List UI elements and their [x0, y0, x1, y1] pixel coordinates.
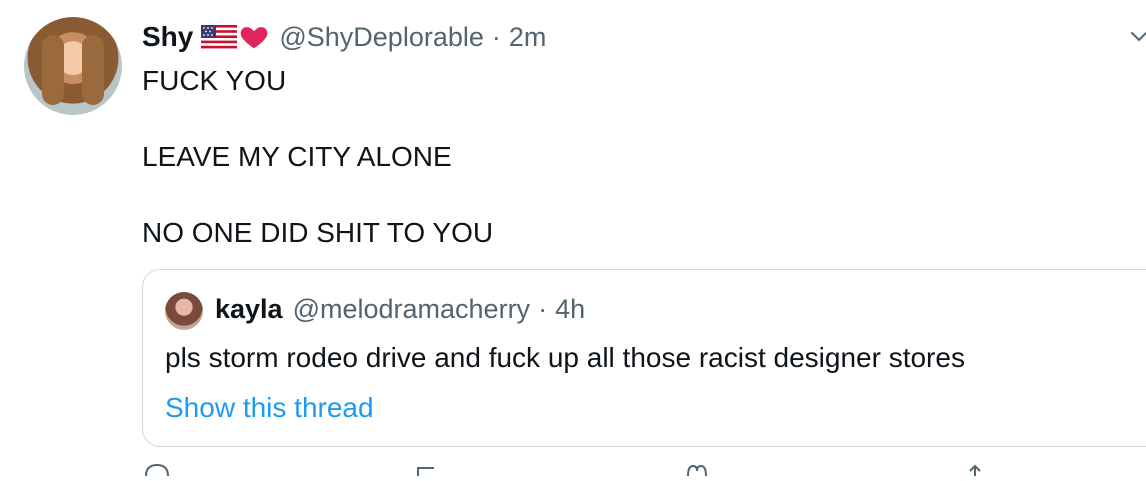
quoted-header-separator: · — [538, 294, 548, 324]
reply-icon[interactable] — [142, 462, 172, 477]
avatar-hair-left — [42, 35, 64, 105]
quoted-tweet[interactable]: kayla @melodramacherry · 4h pls storm ro… — [142, 269, 1146, 447]
tweet-timestamp[interactable]: 2m — [509, 22, 547, 53]
tweet-header: Shy @ShyDeplorable · 2m — [142, 19, 546, 55]
author-name[interactable]: Shy — [142, 21, 193, 53]
quoted-author-handle[interactable]: @melodramacherry — [293, 294, 530, 325]
author-avatar[interactable] — [24, 17, 122, 115]
tweet-text: FUCK YOU LEAVE MY CITY ALONE NO ONE DID … — [142, 65, 494, 248]
retweet-icon[interactable] — [412, 462, 442, 476]
us-flag-icon — [201, 25, 238, 49]
quoted-timestamp[interactable]: 4h — [555, 294, 585, 325]
red-heart-icon — [239, 22, 269, 52]
quoted-author-avatar[interactable] — [165, 292, 203, 330]
like-icon[interactable] — [682, 462, 712, 477]
show-thread-link[interactable]: Show this thread — [165, 392, 374, 424]
header-separator: · — [491, 21, 501, 52]
quoted-author-name[interactable]: kayla — [215, 294, 283, 325]
quoted-tweet-text: pls storm rodeo drive and fuck up all th… — [165, 342, 965, 373]
tweet-actions — [142, 462, 1142, 477]
chevron-down-icon[interactable] — [1128, 26, 1146, 48]
author-handle[interactable]: @ShyDeplorable — [279, 22, 484, 53]
share-icon[interactable] — [960, 462, 990, 476]
quoted-header: kayla @melodramacherry · 4h — [215, 294, 585, 325]
avatar-hair-right — [82, 35, 104, 105]
